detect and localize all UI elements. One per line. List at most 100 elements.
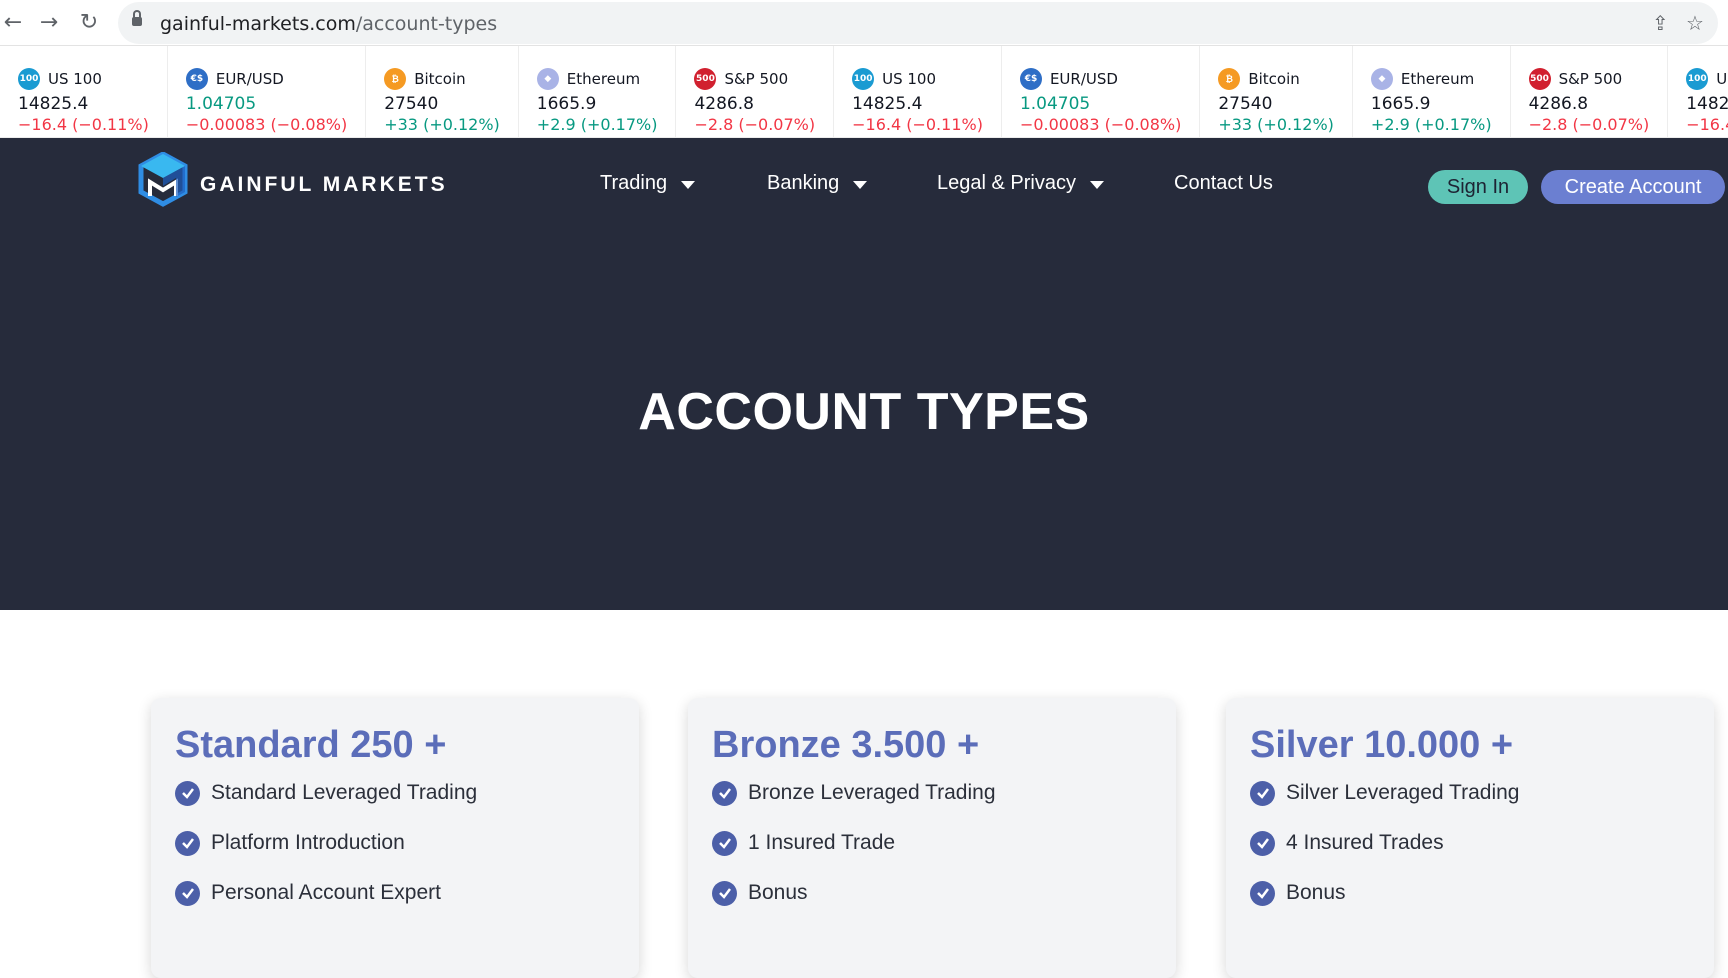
ticker-logo-icon: €$ xyxy=(1019,68,1042,90)
feature-item: Bronze Leveraged Trading xyxy=(712,768,1152,818)
check-circle-icon xyxy=(712,830,737,856)
nav-banking[interactable]: Banking xyxy=(767,172,868,195)
check-circle-icon xyxy=(175,880,200,906)
check-circle-icon xyxy=(712,780,737,806)
feature-text: Standard Leveraged Trading xyxy=(211,781,478,804)
site-header: GAINFUL MARKETS Trading Banking Legal & … xyxy=(0,138,1728,234)
ticker-price: 14825.4 xyxy=(852,94,923,114)
check-circle-icon xyxy=(175,830,200,856)
ticker-symbol: S&P 500 xyxy=(1558,70,1623,88)
ticker-symbol: Bitcoin xyxy=(1248,70,1300,88)
ticker-price: 4286.8 xyxy=(1528,94,1589,114)
ticker-head: 100 US 100 xyxy=(18,68,149,90)
ticker-change: +2.9 (+0.17%) xyxy=(1370,115,1492,134)
ticker-item[interactable]: 100 US 100 14825.4−16.4 (−0.11%) xyxy=(834,46,1002,137)
ticker-change: −16.4 (−0.11%) xyxy=(18,115,149,134)
star-icon[interactable]: ☆ xyxy=(1686,11,1704,35)
ticker-item[interactable]: 100 US 100 14825.4−16.4 (−0.11%) xyxy=(0,46,168,137)
ticker-item[interactable]: 500 S&P 500 4286.8 −2.8 (−0.07%) xyxy=(1511,46,1669,137)
ticker-item[interactable]: €$ EUR/USD 1.04705 −0.00083 (−0.08%) xyxy=(168,46,367,137)
ticker-logo-icon: ₿ xyxy=(1218,68,1241,90)
caret-down-icon xyxy=(1089,180,1104,189)
feature-item: Personal Account Expert xyxy=(175,868,615,918)
ticker-change: −2.8 (−0.07%) xyxy=(694,115,816,134)
ticker-item[interactable]: ₿ Bitcoin 27540 +33 (+0.12%) xyxy=(1200,46,1353,137)
ticker-item[interactable]: ₿ Bitcoin 27540 +33 (+0.12%) xyxy=(366,46,519,137)
ticker-item[interactable]: 500 S&P 500 4286.8 −2.8 (−0.07%) xyxy=(676,46,835,137)
ticker-head: €$ EUR/USD xyxy=(1019,68,1181,90)
ticker-change: +33 (+0.12%) xyxy=(384,115,500,134)
feature-item: Standard Leveraged Trading xyxy=(175,768,615,818)
gainful-markets-logo-icon[interactable] xyxy=(138,152,188,210)
ticker-price: 14825.4 xyxy=(1686,94,1728,114)
logo-text[interactable]: GAINFUL MARKETS xyxy=(200,173,448,197)
ticker-logo-icon: 100 xyxy=(1686,68,1709,90)
ticker-head: ₿ Bitcoin xyxy=(384,68,500,90)
check-circle-icon xyxy=(1250,830,1275,856)
ticker-symbol: US 100 xyxy=(1716,70,1728,88)
ticker-symbol: US 100 xyxy=(882,70,937,88)
feature-text: Personal Account Expert xyxy=(211,881,441,904)
feature-text: Platform Introduction xyxy=(211,831,405,854)
ticker-head: 100 US 100 xyxy=(852,68,983,90)
ticker-item[interactable]: ◆ Ethereum 1665.9 +2.9 (+0.17%) xyxy=(519,46,677,137)
nav-banking-label: Banking xyxy=(767,172,840,194)
ticker-logo-icon: 100 xyxy=(852,68,875,90)
ticker-logo-icon: 500 xyxy=(694,68,717,90)
forward-arrow-icon[interactable]: → xyxy=(36,10,62,36)
feature-text: Silver Leveraged Trading xyxy=(1286,781,1520,804)
nav-legal-privacy[interactable]: Legal & Privacy xyxy=(937,172,1104,195)
ticker-price: 1665.9 xyxy=(536,94,597,114)
feature-text: Bronze Leveraged Trading xyxy=(748,781,996,804)
create-account-button[interactable]: Create Account xyxy=(1541,170,1725,204)
sign-in-button[interactable]: Sign In xyxy=(1428,170,1528,204)
reload-icon[interactable]: ↻ xyxy=(76,10,102,36)
nav-trading[interactable]: Trading xyxy=(600,172,696,195)
check-circle-icon xyxy=(712,880,737,906)
ticker-price: 4286.8 xyxy=(694,94,754,114)
ticker-logo-icon: 100 xyxy=(18,68,40,90)
ticker-item[interactable]: 100 US 100 14825.4−16.4 (−0.11%) xyxy=(1668,46,1728,137)
ticker-head: €$ EUR/USD xyxy=(185,68,347,90)
ticker-head: ◆ Ethereum xyxy=(1370,68,1492,90)
feature-item: Silver Leveraged Trading xyxy=(1250,768,1690,818)
ticker-change: −0.00083 (−0.08%) xyxy=(185,115,348,134)
nav-contact-label: Contact Us xyxy=(1174,172,1273,194)
ticker-logo-icon: €$ xyxy=(185,68,208,90)
feature-text: 4 Insured Trades xyxy=(1286,831,1444,854)
ticker-track: 100 US 100 14825.4 −16.4 (−0.11%) €$ EUR/USD 1… xyxy=(0,46,1728,137)
ticker-price: 1.04705 xyxy=(185,94,257,114)
nav-legal-label: Legal & Privacy xyxy=(937,172,1076,194)
check-circle-icon xyxy=(175,780,200,806)
market-ticker: 100 US 100 14825.4 −16.4 (−0.11%) €$ EUR/USD 1… xyxy=(0,46,1728,138)
ticker-logo-icon: 500 xyxy=(1528,68,1551,90)
ticker-logo-icon: ◆ xyxy=(1370,68,1393,90)
ticker-logo-icon: ₿ xyxy=(384,68,407,90)
back-arrow-icon[interactable]: ← xyxy=(0,10,26,36)
url-text[interactable]: gainful-markets.com/account-types xyxy=(160,13,497,35)
caret-down-icon xyxy=(681,180,696,189)
check-circle-icon xyxy=(1250,880,1275,906)
feature-item: Bonus xyxy=(712,868,1152,918)
ticker-item[interactable]: ◆ Ethereum 1665.9 +2.9 (+0.17%) xyxy=(1353,46,1511,137)
ticker-price: 1.04705 xyxy=(1019,94,1091,114)
feature-text: Bonus xyxy=(748,881,808,904)
ticker-head: ◆ Ethereum xyxy=(536,68,658,90)
ticker-symbol: Bitcoin xyxy=(414,70,466,88)
ticker-symbol: EUR/USD xyxy=(1049,70,1118,88)
share-icon[interactable]: ⇪ xyxy=(1652,11,1669,35)
card-title: Silver 10.000 + xyxy=(1250,724,1514,766)
url-path: /account-types xyxy=(355,13,498,35)
ticker-change: −16.4 (−0.11%) xyxy=(852,115,983,134)
ticker-change: +33 (+0.12%) xyxy=(1218,115,1334,134)
nav-contact-us[interactable]: Contact Us xyxy=(1174,172,1273,195)
ticker-head: 500 S&P 500 xyxy=(694,68,815,90)
ticker-symbol: Ethereum xyxy=(1400,70,1475,88)
ticker-item[interactable]: €$ EUR/USD 1.04705 −0.00083 (−0.08%) xyxy=(1002,46,1201,137)
ticker-symbol: US 100 xyxy=(48,70,102,88)
address-bar[interactable]: gainful-markets.com/account-types ⇪ ☆ xyxy=(118,2,1718,44)
feature-item: Platform Introduction xyxy=(175,818,615,868)
ticker-change: +2.9 (+0.17%) xyxy=(536,115,658,134)
feature-text: 1 Insured Trade xyxy=(748,831,896,854)
ticker-head: 100 US 100 xyxy=(1686,68,1728,90)
